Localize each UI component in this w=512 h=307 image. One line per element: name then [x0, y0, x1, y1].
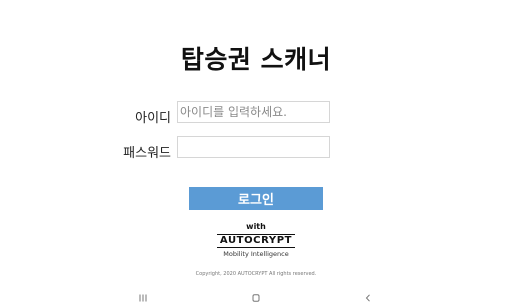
- password-input[interactable]: [177, 136, 330, 158]
- recent-apps-icon[interactable]: [133, 291, 153, 305]
- password-label: 패스워드: [123, 146, 171, 161]
- with-text: with: [246, 222, 266, 231]
- home-icon[interactable]: [246, 291, 266, 305]
- brand-logo: AUTOCRYPT Mobility Intelligence: [217, 234, 295, 259]
- login-screen: 탑승권 스캐너 아이디 패스워드 로그인 with AUTOCRYPT Mobi…: [0, 0, 512, 307]
- copyright-text: Copyright, 2020 AUTOCRYPT All rights res…: [195, 271, 317, 277]
- back-icon[interactable]: [358, 291, 378, 305]
- id-label: 아이디: [135, 111, 171, 126]
- brand-name: AUTOCRYPT: [217, 234, 295, 248]
- page-title: 탑승권 스캐너: [180, 45, 332, 74]
- login-button[interactable]: 로그인: [189, 187, 323, 210]
- id-input[interactable]: [177, 101, 330, 123]
- brand-tagline: Mobility Intelligence: [223, 250, 289, 258]
- system-navigation-bar: [0, 288, 512, 307]
